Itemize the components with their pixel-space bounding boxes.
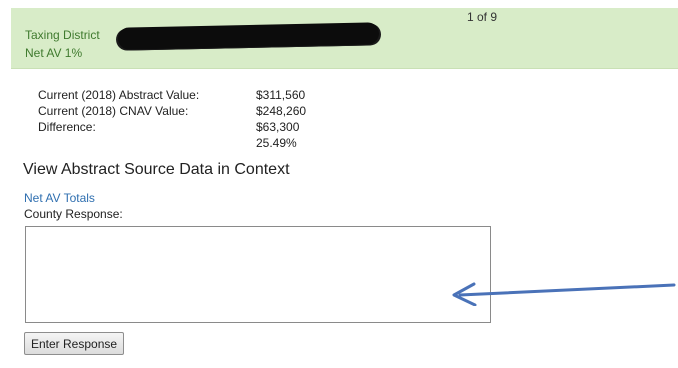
cnav-value: $248,260 bbox=[256, 104, 307, 118]
county-response-label: County Response: bbox=[24, 207, 123, 221]
values-table: Current (2018) Abstract Value: $311,560 … bbox=[38, 87, 338, 151]
view-source-data-heading[interactable]: View Abstract Source Data in Context bbox=[23, 161, 290, 179]
difference-label: Difference: bbox=[38, 120, 96, 134]
page-count: 1 of 9 bbox=[467, 10, 498, 24]
abstract-value: $311,560 bbox=[256, 88, 306, 102]
difference-value: $63,300 bbox=[256, 120, 300, 134]
cnav-value-row: Current (2018) CNAV Value: $248,260 bbox=[38, 103, 338, 119]
county-response-input[interactable] bbox=[25, 226, 491, 323]
net-av-label: Net AV 1% bbox=[25, 46, 83, 60]
abstract-value-row: Current (2018) Abstract Value: $311,560 bbox=[38, 87, 338, 103]
redaction-mark bbox=[117, 22, 380, 50]
enter-response-button[interactable]: Enter Response bbox=[24, 332, 125, 355]
annotation-arrow-icon bbox=[452, 282, 676, 306]
difference-percent-row: 25.49% bbox=[38, 135, 338, 151]
district-header: Taxing District Net AV 1% 1 of 9 bbox=[11, 8, 678, 69]
abstract-value-label: Current (2018) Abstract Value: bbox=[38, 88, 200, 102]
cnav-value-label: Current (2018) CNAV Value: bbox=[38, 104, 189, 118]
difference-percent: 25.49% bbox=[256, 136, 297, 150]
net-av-totals-link[interactable]: Net AV Totals bbox=[24, 191, 95, 205]
taxing-district-label: Taxing District bbox=[25, 28, 100, 42]
difference-row: Difference: $63,300 bbox=[38, 119, 338, 135]
